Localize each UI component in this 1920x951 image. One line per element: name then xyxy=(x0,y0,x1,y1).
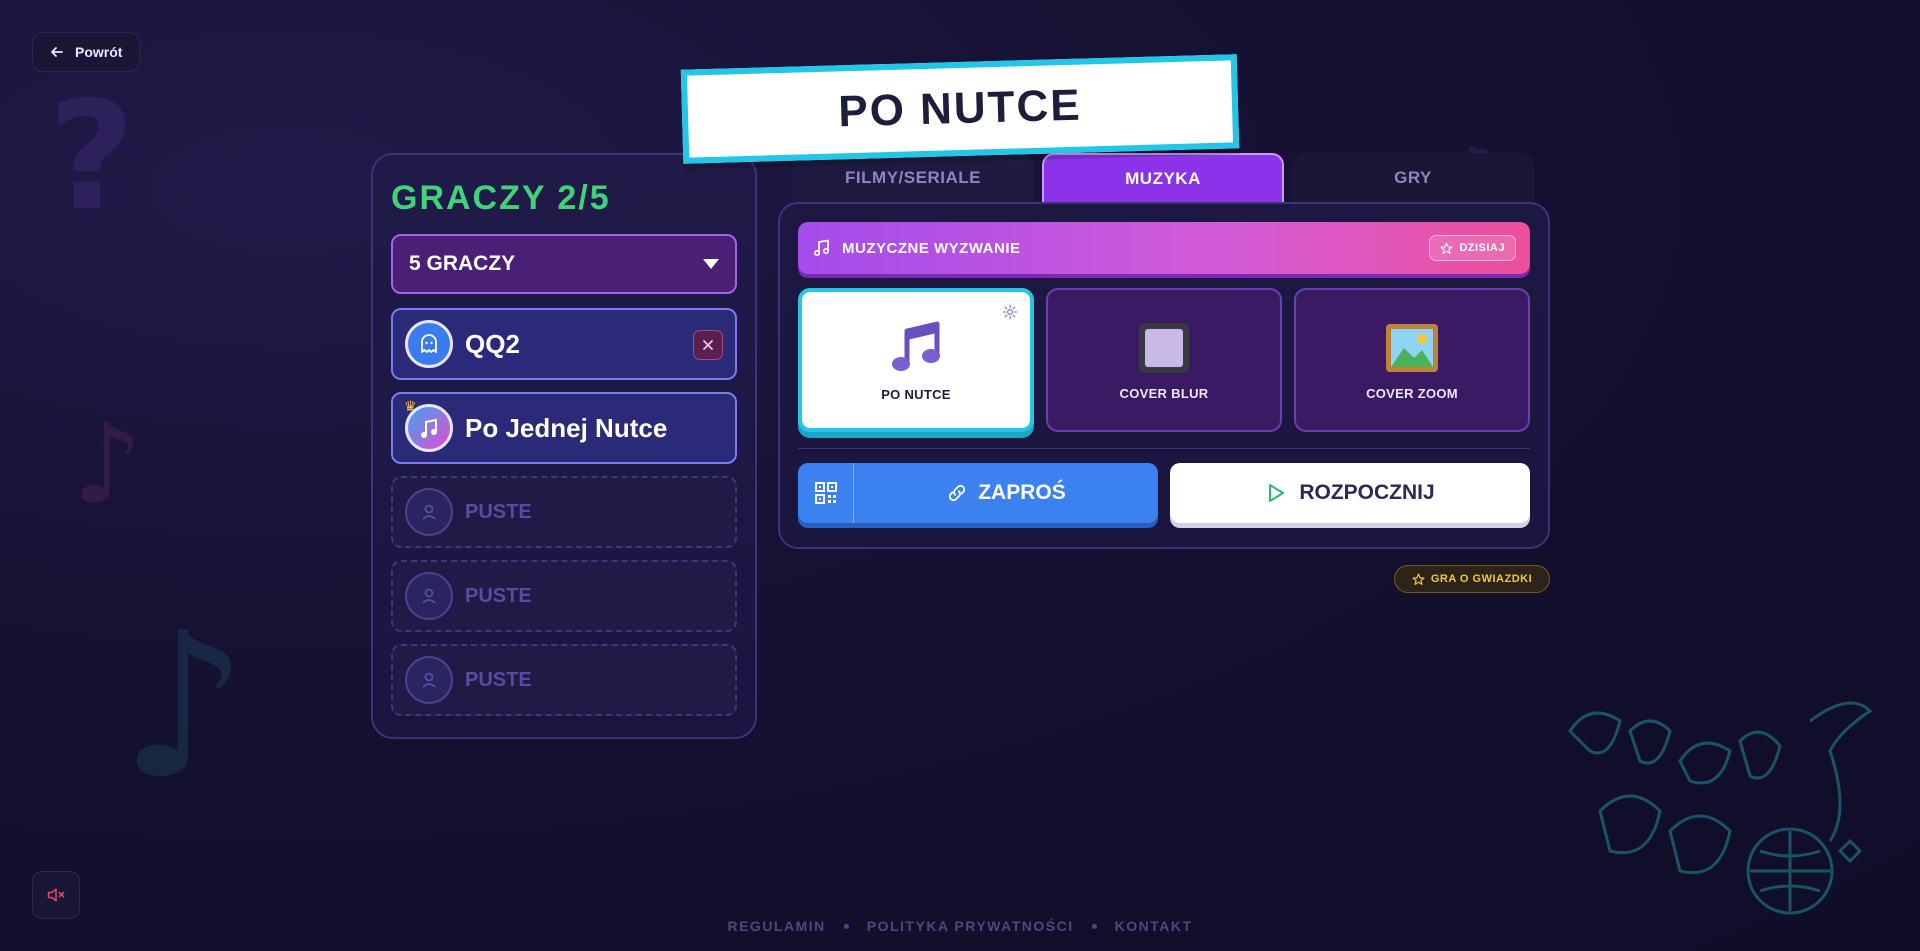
page-title: PO NUTCE xyxy=(837,80,1083,137)
mute-button[interactable] xyxy=(32,871,80,919)
close-icon xyxy=(703,340,713,350)
mode-label: PO NUTCE xyxy=(881,386,951,402)
mode-label: COVER ZOOM xyxy=(1366,385,1458,401)
player-count-select[interactable]: 5 GRACZY xyxy=(391,234,737,294)
game-title-banner: PO NUTCE xyxy=(680,54,1240,164)
footer-link-contact[interactable]: KONTAKT xyxy=(1115,918,1193,934)
mode-label: COVER BLUR xyxy=(1119,385,1209,401)
back-label: Powrót xyxy=(75,44,123,60)
qr-code-icon[interactable] xyxy=(798,463,854,523)
remove-player-button[interactable] xyxy=(693,330,723,360)
tab-music[interactable]: MUZYKA xyxy=(1042,153,1284,203)
divider xyxy=(798,448,1530,449)
footer: REGULAMIN POLITYKA PRYWATNOŚCI KONTAKT xyxy=(0,918,1920,934)
ghost-icon xyxy=(405,320,453,368)
arrow-left-icon xyxy=(51,47,63,57)
star-icon xyxy=(1412,572,1425,585)
start-button[interactable]: ROZPOCZNIJ xyxy=(1170,463,1530,523)
player-name: Po Jednej Nutce xyxy=(465,412,668,443)
stars-badge-label: GRA O GWIAZDKI xyxy=(1430,573,1533,585)
music-note-icon xyxy=(813,239,830,257)
chevron-down-icon xyxy=(703,259,719,269)
players-panel: GRACZY 2/5 5 GRACZY QQ2 ♛ Po Jednej Nutc… xyxy=(371,153,757,739)
stars-game-badge[interactable]: GRA O GWIAZDKI xyxy=(1394,565,1550,593)
footer-separator xyxy=(1091,923,1097,929)
player-slot: QQ2 xyxy=(391,308,737,380)
tab-films-series[interactable]: FILMY/SERIALE xyxy=(793,153,1033,203)
music-note-decoration: ♪ xyxy=(72,400,143,528)
empty-player-slot: PUSTE xyxy=(391,560,737,632)
invite-button[interactable]: ZAPROŚ xyxy=(798,463,1158,523)
invite-label: ZAPROŚ xyxy=(978,481,1066,504)
user-icon xyxy=(405,572,453,620)
player-count-value: 5 GRACZY xyxy=(409,252,516,275)
blur-square-icon xyxy=(1139,322,1189,373)
speaker-muted-icon xyxy=(47,888,65,902)
tab-games[interactable]: GRY xyxy=(1292,153,1534,203)
player-name: QQ2 xyxy=(465,328,520,359)
today-badge[interactable]: DZISIAJ xyxy=(1429,235,1516,261)
play-icon xyxy=(1269,484,1285,502)
mode-card-cover-blur[interactable]: COVER BLUR xyxy=(1046,288,1282,432)
footer-link-privacy[interactable]: POLITYKA PRYWATNOŚCI xyxy=(867,918,1074,934)
today-badge-label: DZISIAJ xyxy=(1459,242,1505,254)
footer-link-terms[interactable]: REGULAMIN xyxy=(727,918,825,934)
brand-logo-watermark xyxy=(1568,701,1873,915)
crown-icon: ♛ xyxy=(404,399,417,415)
challenge-label: MUZYCZNE WYZWANIE xyxy=(842,239,1021,257)
music-note-icon xyxy=(892,321,940,371)
player-slot: ♛ Po Jednej Nutce xyxy=(391,392,737,464)
gear-icon[interactable] xyxy=(1002,304,1018,320)
music-challenge-banner[interactable]: MUZYCZNE WYZWANIE DZISIAJ xyxy=(798,222,1530,274)
empty-slot-label: PUSTE xyxy=(465,668,532,691)
players-count-title: GRACZY 2/5 xyxy=(391,179,611,217)
empty-player-slot: PUSTE xyxy=(391,644,737,716)
empty-player-slot: PUSTE xyxy=(391,476,737,548)
footer-separator xyxy=(843,923,849,929)
picture-icon xyxy=(1386,323,1438,372)
mode-card-po-nutce[interactable]: PO NUTCE xyxy=(798,288,1034,432)
game-mode-panel: MUZYCZNE WYZWANIE DZISIAJ PO NUTCE COVER… xyxy=(778,202,1550,549)
user-icon xyxy=(405,656,453,704)
star-icon xyxy=(1440,242,1453,254)
link-icon xyxy=(949,484,966,502)
start-label: ROZPOCZNIJ xyxy=(1299,481,1435,504)
mode-card-cover-zoom[interactable]: COVER ZOOM xyxy=(1294,288,1530,432)
empty-slot-label: PUSTE xyxy=(465,500,532,523)
question-mark-decoration: ? xyxy=(48,70,136,244)
user-icon xyxy=(405,488,453,536)
empty-slot-label: PUSTE xyxy=(465,584,532,607)
back-button[interactable]: Powrót xyxy=(32,32,140,72)
music-note-decoration: ♪ xyxy=(120,590,248,823)
music-avatar-icon: ♛ xyxy=(404,399,453,452)
